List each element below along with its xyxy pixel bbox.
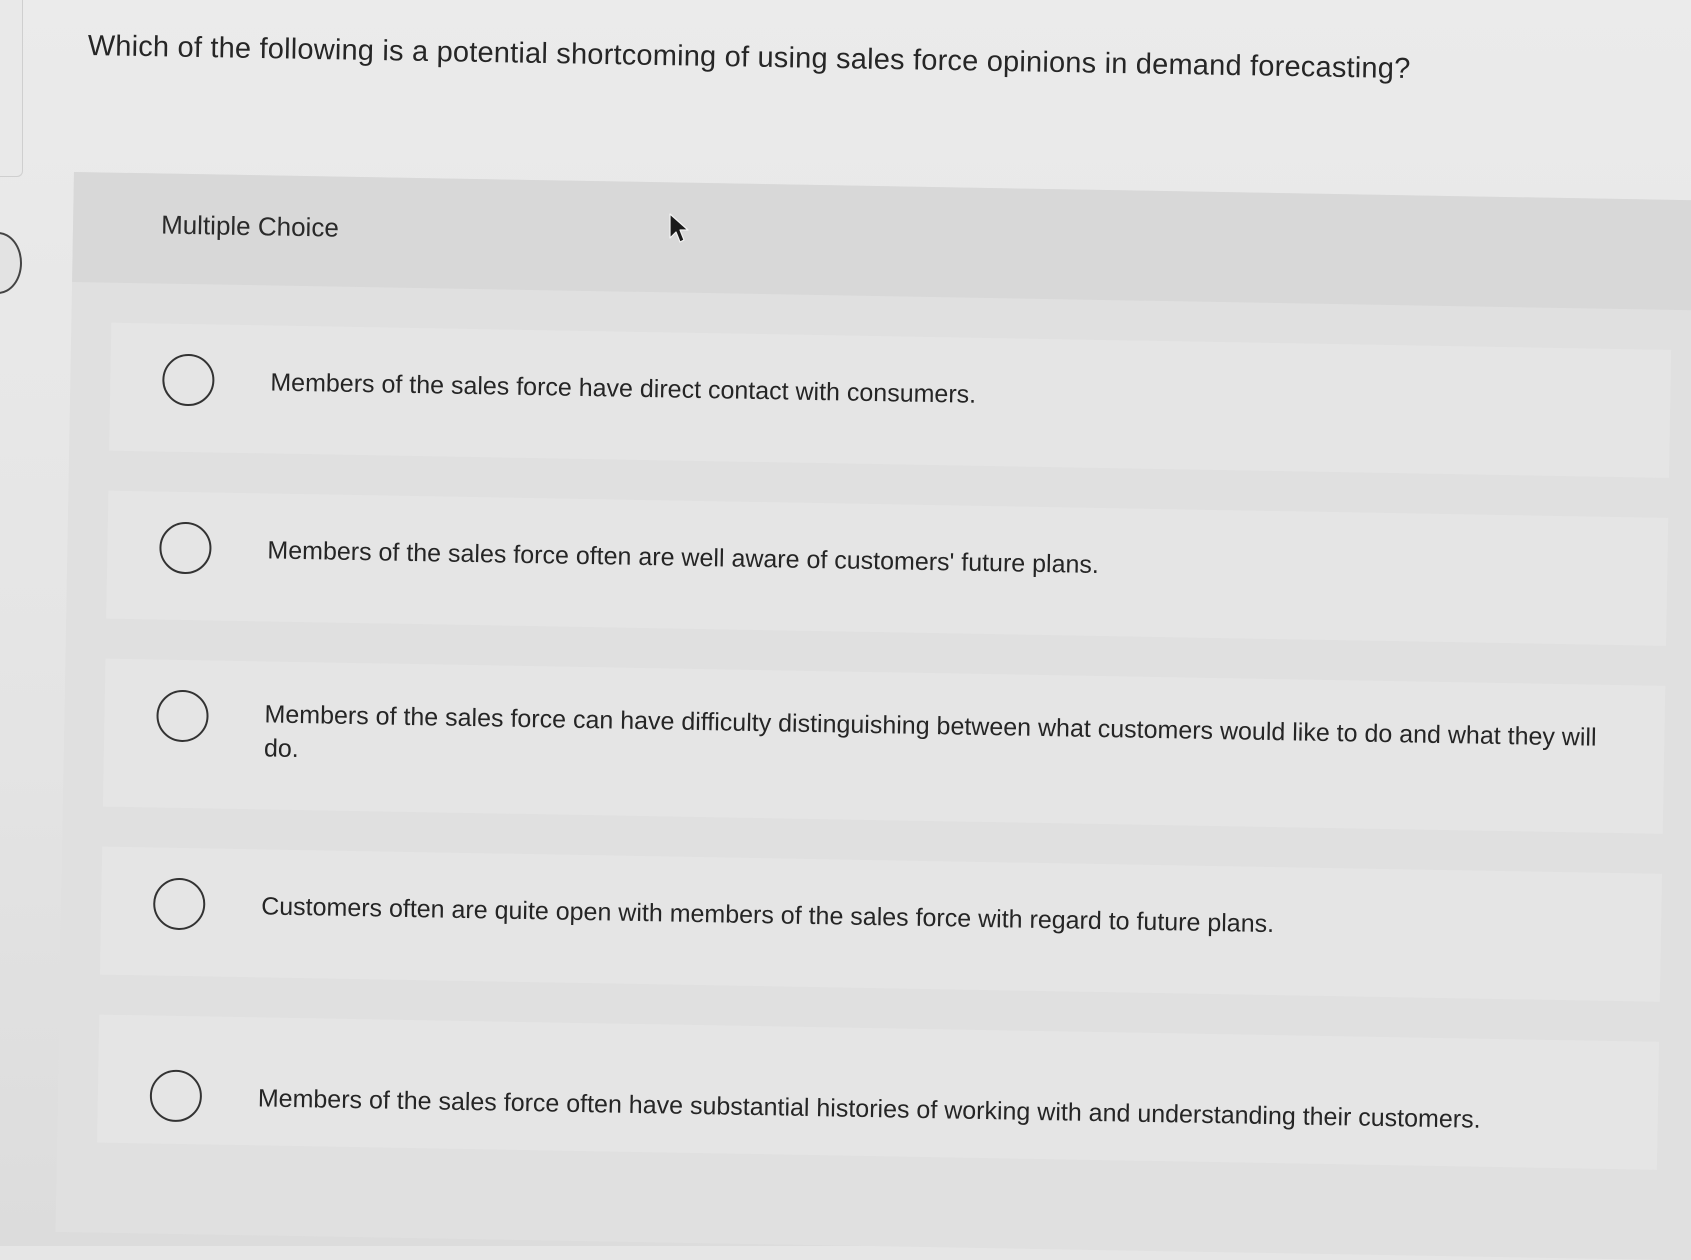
radio-button-icon[interactable]	[156, 689, 209, 743]
answer-option-label[interactable]: Members of the sales force have direct c…	[270, 365, 976, 411]
mouse-pointer-icon	[669, 213, 689, 243]
left-edge-panel	[0, 0, 23, 177]
radio-button-icon[interactable]	[161, 353, 215, 407]
answer-option-2[interactable]: Members of the sales force often are wel…	[106, 490, 1669, 646]
answer-option-3[interactable]: Members of the sales force can have diff…	[102, 658, 1666, 834]
answer-option-5[interactable]: Members of the sales force often have su…	[97, 1014, 1660, 1170]
multiple-choice-header: Multiple Choice	[72, 172, 1691, 311]
answer-option-label[interactable]: Members of the sales force often have su…	[258, 1081, 1481, 1136]
answer-option-label[interactable]: Customers often are quite open with memb…	[261, 889, 1274, 941]
answer-option-label[interactable]: Members of the sales force can have diff…	[264, 697, 1635, 789]
quiz-page: Which of the following is a potential sh…	[0, 0, 1691, 1260]
radio-button-icon[interactable]	[152, 877, 206, 931]
radio-button-icon[interactable]	[149, 1069, 203, 1123]
answer-option-1[interactable]: Members of the sales force have direct c…	[109, 322, 1672, 478]
multiple-choice-label: Multiple Choice	[160, 209, 340, 243]
answer-option-4[interactable]: Customers often are quite open with memb…	[99, 846, 1662, 1002]
multiple-choice-panel: Multiple Choice Members of the sales for…	[55, 172, 1691, 1260]
radio-button-icon[interactable]	[159, 521, 212, 575]
answer-option-label[interactable]: Members of the sales force often are wel…	[267, 533, 1099, 582]
side-nav-toggle[interactable]	[0, 232, 22, 294]
question-text: Which of the following is a potential sh…	[87, 30, 1411, 86]
